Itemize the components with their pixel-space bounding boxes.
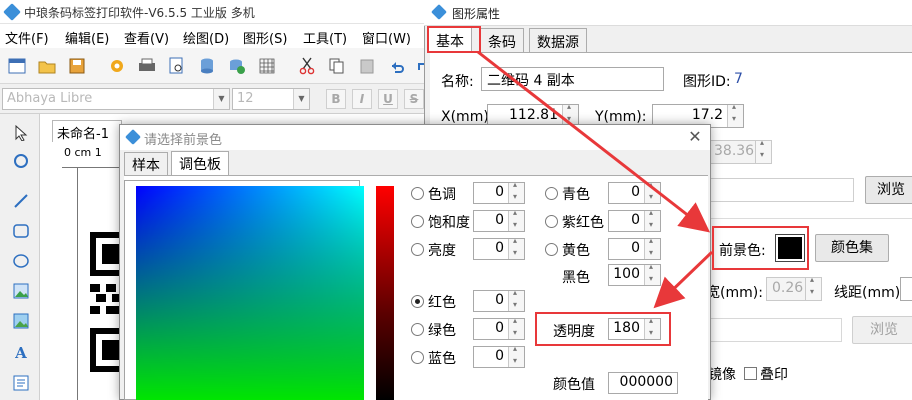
arrow-to-opacity <box>653 250 714 309</box>
annotation-arrows <box>477 50 714 309</box>
arrow-to-foreground-color <box>477 50 711 233</box>
